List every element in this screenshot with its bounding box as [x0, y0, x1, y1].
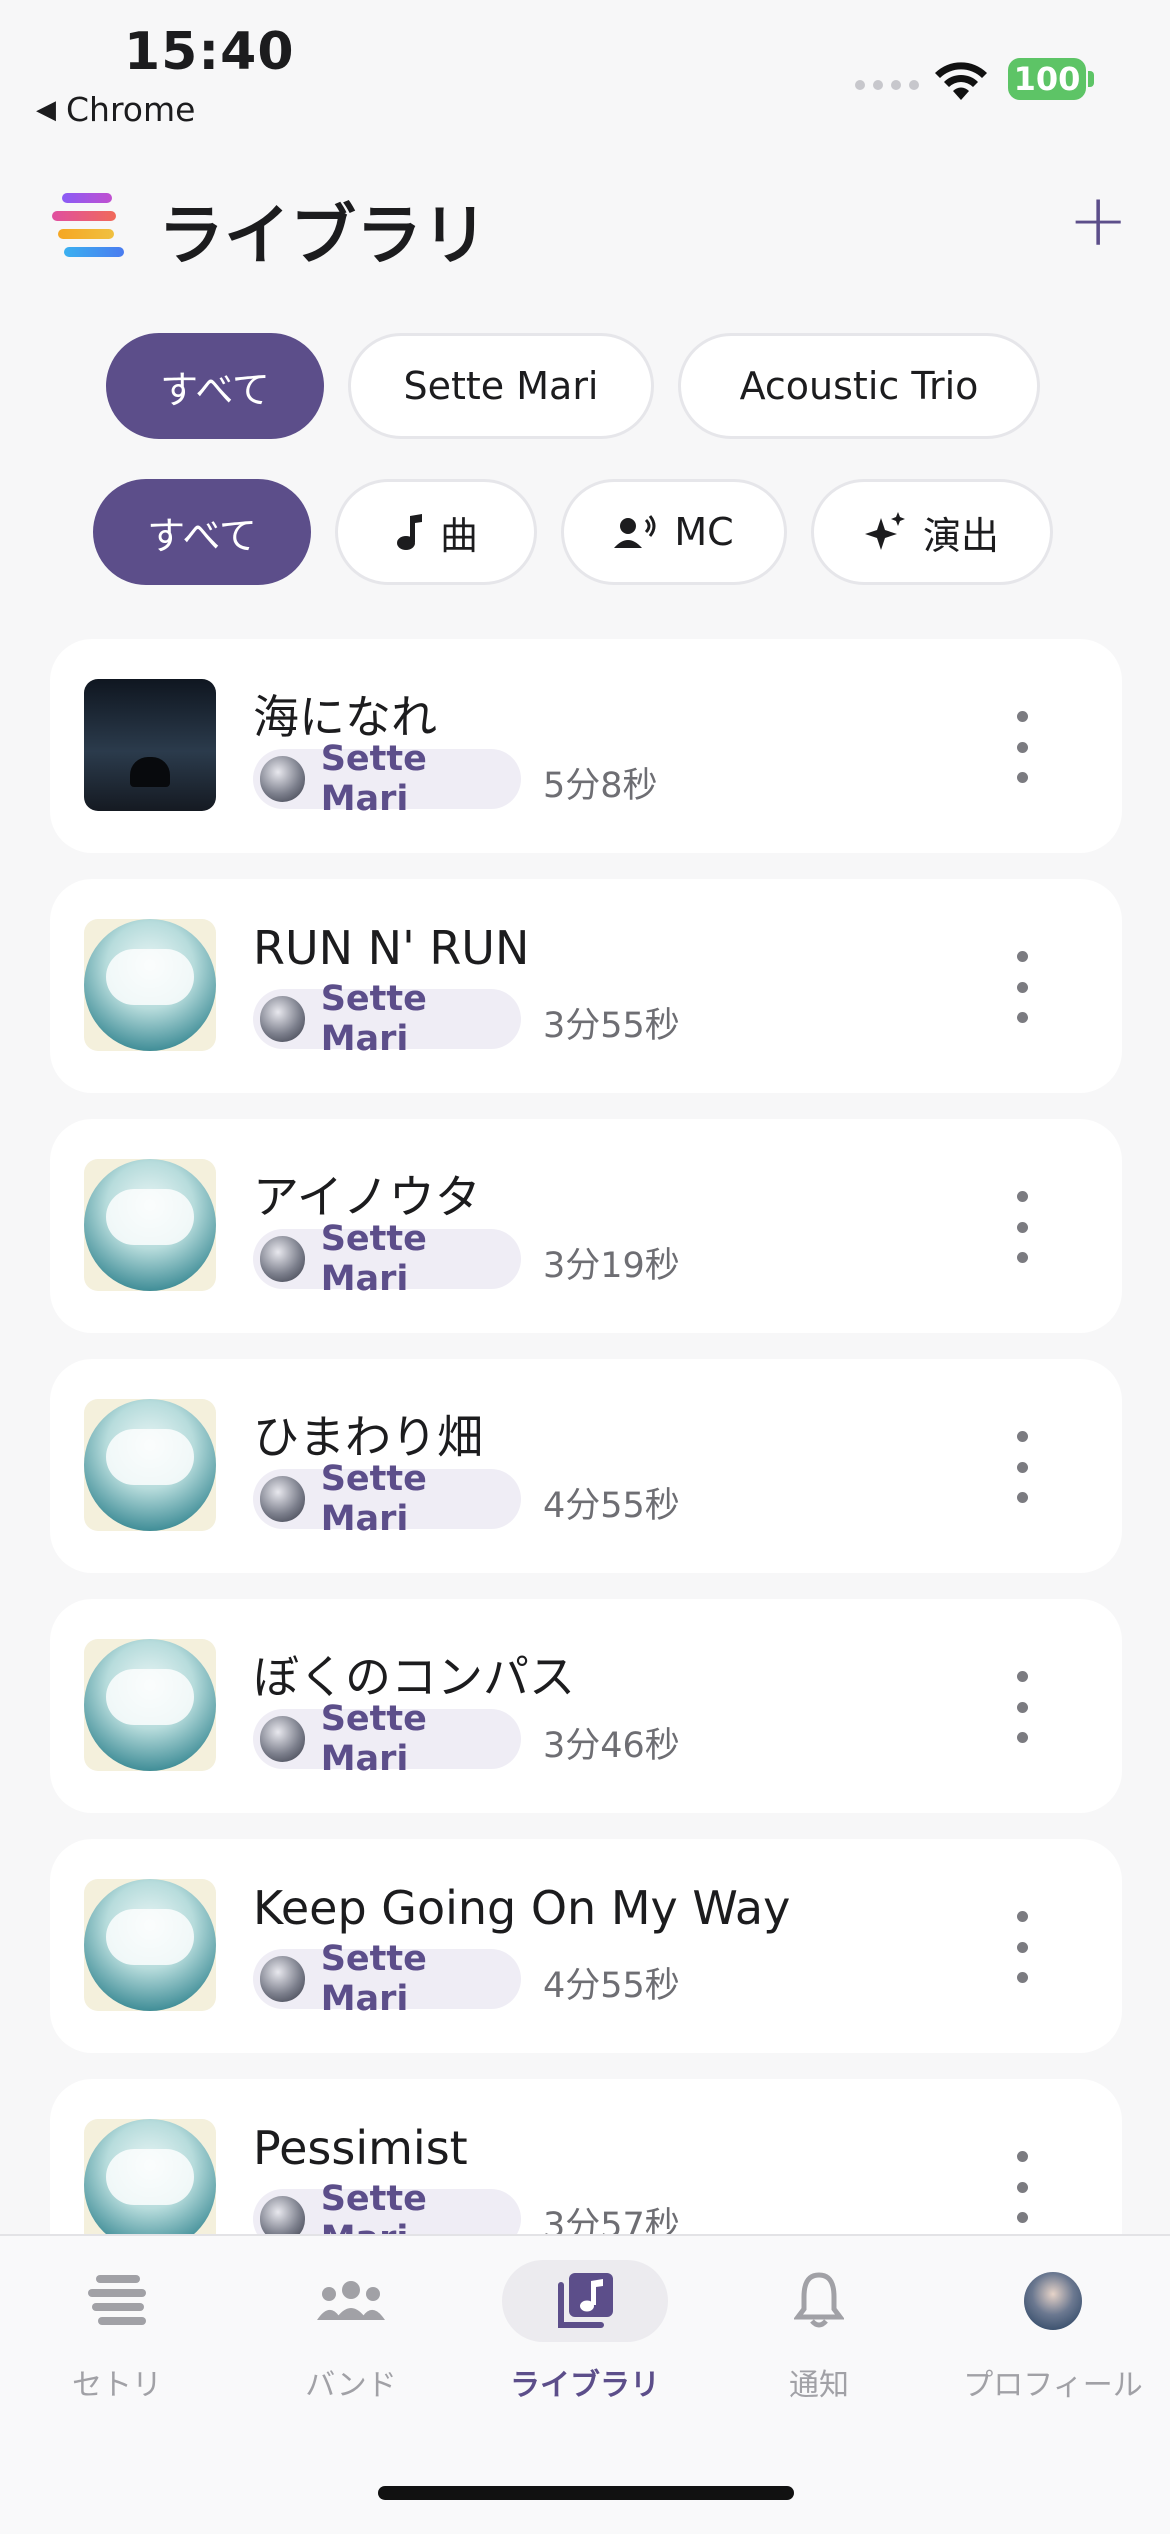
band-avatar: [260, 1956, 305, 2002]
chip-label: MC: [674, 510, 734, 554]
song-title: ぼくのコンパス: [253, 1650, 575, 1704]
chip-label: 曲: [439, 513, 478, 558]
more-vertical-icon[interactable]: [1008, 951, 1036, 1023]
type-filter-all[interactable]: すべて: [93, 479, 311, 585]
profile-avatar-icon: [1024, 2272, 1082, 2330]
chip-label: Sette Mari: [403, 364, 599, 408]
song-title: Keep Going On My Way: [253, 1881, 791, 1935]
back-to-app-link[interactable]: ◀ Chrome: [36, 90, 195, 129]
album-art-image: [84, 679, 216, 811]
home-indicator: [378, 2486, 794, 2500]
song-title: アイノウタ: [253, 1170, 481, 1224]
tab-label: 通知: [789, 2368, 849, 2403]
song-card[interactable]: ひまわり畑 Sette Mari 4分55秒: [50, 1359, 1122, 1573]
chip-label: 演出: [922, 513, 999, 558]
group-icon: [317, 2281, 385, 2320]
band-avatar: [260, 996, 305, 1042]
album-art-image: [84, 1639, 216, 1771]
speaking-person-icon: [614, 515, 656, 548]
more-vertical-icon[interactable]: [1008, 711, 1036, 783]
more-vertical-icon[interactable]: [1008, 1671, 1036, 1743]
song-title: 海になれ: [253, 690, 437, 744]
band-tag: Sette Mari: [253, 1699, 521, 1779]
band-filter-all[interactable]: すべて: [106, 333, 324, 439]
tab-profile[interactable]: プロフィール: [936, 2260, 1170, 2410]
type-filter-row: すべて 曲 MC 演出: [0, 479, 1170, 589]
album-art-image: [84, 1159, 216, 1291]
more-vertical-icon[interactable]: [1008, 1431, 1036, 1503]
tab-label: プロフィール: [963, 2368, 1143, 2403]
type-filter-effects[interactable]: 演出: [811, 479, 1053, 585]
song-duration: 3分46秒: [543, 1726, 680, 1766]
band-name: Sette Mari: [320, 1219, 427, 1299]
song-duration: 3分19秒: [543, 1246, 680, 1286]
song-duration: 4分55秒: [543, 1966, 680, 2006]
tab-label: ライブラリ: [510, 2368, 660, 2403]
band-tag: Sette Mari: [253, 739, 521, 819]
chip-label: Acoustic Trio: [739, 364, 979, 408]
song-duration: 4分55秒: [543, 1486, 680, 1526]
song-card[interactable]: ぼくのコンパス Sette Mari 3分46秒: [50, 1599, 1122, 1813]
page-title: ライブラリ: [158, 197, 488, 274]
album-art-image: [84, 1399, 216, 1531]
band-name: Sette Mari: [320, 1459, 427, 1539]
band-tag: Sette Mari: [253, 1459, 521, 1539]
band-filter-acoustic-trio[interactable]: Acoustic Trio: [678, 333, 1040, 439]
song-card[interactable]: 海になれ Sette Mari 5分8秒: [50, 639, 1122, 853]
band-name: Sette Mari: [320, 1699, 427, 1779]
music-note-icon: [396, 514, 422, 550]
song-duration: 5分8秒: [543, 766, 658, 806]
chip-label: すべて: [147, 513, 257, 558]
album-art-image: [84, 2119, 216, 2251]
band-filter-sette-mari[interactable]: Sette Mari: [348, 333, 654, 439]
cellular-signal-icon: [855, 80, 919, 90]
type-filter-song[interactable]: 曲: [335, 479, 537, 585]
status-time: 15:40: [124, 22, 295, 82]
song-card[interactable]: アイノウタ Sette Mari 3分19秒: [50, 1119, 1122, 1333]
app-logo-icon: [52, 193, 124, 259]
more-vertical-icon[interactable]: [1008, 1191, 1036, 1263]
band-tag: Sette Mari: [253, 979, 521, 1059]
tab-notifications[interactable]: 通知: [702, 2260, 936, 2410]
back-app-label: Chrome: [66, 90, 196, 129]
chip-label: すべて: [160, 367, 270, 412]
tab-library[interactable]: ライブラリ: [468, 2260, 702, 2410]
band-avatar: [260, 1476, 305, 1522]
band-tag: Sette Mari: [253, 1219, 521, 1299]
band-avatar: [260, 1236, 305, 1282]
song-duration: 3分55秒: [543, 1006, 680, 1046]
setlist-icon: [88, 2275, 146, 2325]
band-name: Sette Mari: [320, 739, 427, 819]
song-card[interactable]: RUN N' RUN Sette Mari 3分55秒: [50, 879, 1122, 1093]
song-title: RUN N' RUN: [253, 921, 530, 975]
tab-label: バンド: [305, 2368, 397, 2403]
more-vertical-icon[interactable]: [1008, 2151, 1036, 2223]
song-card[interactable]: Keep Going On My Way Sette Mari 4分55秒: [50, 1839, 1122, 2053]
plus-icon[interactable]: +: [1068, 184, 1128, 256]
band-name: Sette Mari: [320, 979, 427, 1059]
type-filter-mc[interactable]: MC: [561, 479, 787, 585]
page-header: ライブラリ +: [0, 170, 1170, 280]
song-title: ひまわり畑: [253, 1410, 483, 1464]
tab-setlist[interactable]: セトリ: [0, 2260, 234, 2410]
back-triangle-icon: ◀: [36, 94, 56, 125]
tab-label: セトリ: [72, 2368, 162, 2403]
band-tag: Sette Mari: [253, 1939, 521, 2019]
music-library-icon: [558, 2273, 613, 2328]
sparkles-icon: [864, 512, 905, 550]
bell-icon: [794, 2272, 844, 2328]
band-name: Sette Mari: [320, 1939, 427, 2019]
more-vertical-icon[interactable]: [1008, 1911, 1036, 1983]
battery-indicator: 100: [1008, 58, 1086, 100]
band-filter-row: すべて Sette Mari Acoustic Trio: [0, 333, 1170, 443]
band-avatar: [260, 756, 305, 802]
album-art-image: [84, 1879, 216, 2011]
status-bar: 15:40 ◀ Chrome 100: [0, 0, 1170, 140]
album-art-image: [84, 919, 216, 1051]
wifi-icon: [935, 62, 987, 100]
song-title: Pessimist: [253, 2121, 468, 2175]
tab-band[interactable]: バンド: [234, 2260, 468, 2410]
battery-tip: [1088, 71, 1094, 87]
band-avatar: [260, 1716, 305, 1762]
